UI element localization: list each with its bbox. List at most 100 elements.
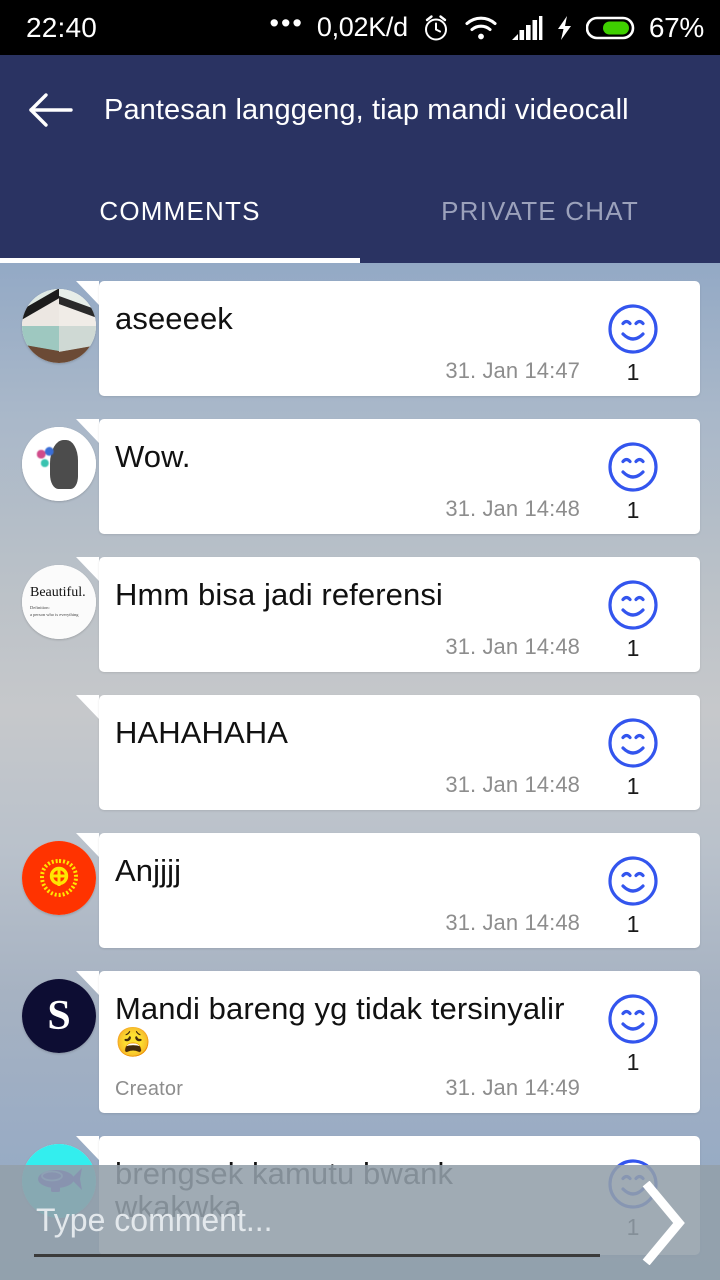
like-count: 1 [626,497,640,523]
comment-bubble-wrap: aseeeek 31. Jan 14:47 1 [76,281,700,396]
smiley-face-icon[interactable] [607,303,659,355]
comment-bubble-wrap: Wow. 31. Jan 14:48 1 [76,419,700,534]
back-button[interactable] [0,60,100,160]
comment-bubble-wrap: HAHAHAHA 31. Jan 14:48 1 [76,695,700,810]
comment-input[interactable] [34,1201,600,1245]
comment-text-value: Wow. [115,439,191,474]
comment-bubble[interactable]: Hmm bisa jadi referensi 31. Jan 14:48 1 [99,557,700,672]
signal-bars-icon [511,15,543,41]
comment-row[interactable]: Anjjjj 31. Jan 14:48 1 [0,833,720,948]
comment-bubble-wrap: Hmm bisa jadi referensi 31. Jan 14:48 1 [76,557,700,672]
comment-timestamp: 31. Jan 14:48 [445,772,580,797]
comment-bubble-wrap: Mandi bareng yg tidak tersinyalir😩 Creat… [76,971,700,1114]
comment-text-value: HAHAHAHA [115,715,289,750]
comment-text: aseeeek [115,301,580,336]
comment-bubble[interactable]: Mandi bareng yg tidak tersinyalir😩 Creat… [99,971,700,1114]
smiley-face-icon[interactable] [607,441,659,493]
bubble-tail-icon [76,557,99,581]
tab-comments-label: COMMENTS [99,195,261,226]
comment-row[interactable]: aseeeek 31. Jan 14:47 1 [0,281,720,396]
comment-row[interactable]: Wow. 31. Jan 14:48 1 [0,419,720,534]
comment-timestamp: 31. Jan 14:48 [445,496,580,521]
like-count: 1 [626,359,640,385]
comment-bubble[interactable]: Wow. 31. Jan 14:48 1 [99,419,700,534]
smiley-face-icon[interactable] [607,993,659,1045]
comment-timestamp: 31. Jan 14:48 [445,910,580,935]
comment-body: Hmm bisa jadi referensi 31. Jan 14:48 [115,577,580,660]
back-arrow-icon [27,90,73,130]
comment-body: Wow. 31. Jan 14:48 [115,439,580,522]
battery-icon [585,15,636,41]
comment-text: Anjjjj [115,853,580,888]
comment-text-value: Anjjjj [115,853,182,888]
wifi-icon [464,15,498,41]
comment-body: aseeeek 31. Jan 14:47 [115,301,580,384]
comment-footer: 31. Jan 14:48 [115,758,580,798]
comment-bubble[interactable]: Anjjjj 31. Jan 14:48 1 [99,833,700,948]
comment-footer: 31. Jan 14:48 [115,482,580,522]
comment-bubble-wrap: Anjjjj 31. Jan 14:48 1 [76,833,700,948]
comment-reactions: 1 [588,579,678,660]
comment-row[interactable]: Beautiful. Definition: a person who is ev… [0,557,720,672]
like-count: 1 [626,911,640,937]
comment-text-value: aseeeek [115,301,233,336]
bubble-tail-icon [76,695,99,719]
bubble-tail-icon [76,971,99,995]
like-count: 1 [626,1049,640,1075]
bubble-tail-icon [76,419,99,443]
comment-input-wrap[interactable] [34,1193,600,1257]
comment-reactions: 1 [588,441,678,522]
bubble-tail-icon [76,833,99,857]
comment-text: HAHAHAHA [115,715,580,750]
bubble-tail-icon [76,1136,99,1161]
comment-text-value: Mandi bareng yg tidak tersinyalir [115,991,565,1026]
chat-screen: 22:40 ••• 0,02K/d 67% Pantesan langgeng,… [0,0,720,1280]
status-bar: 22:40 ••• 0,02K/d 67% [0,0,720,55]
data-rate-label: 0,02K/d [316,12,408,42]
tab-private-chat-label: PRIVATE CHAT [441,195,639,226]
comment-composer [0,1165,720,1280]
comment-body: Anjjjj 31. Jan 14:48 [115,853,580,936]
comment-reactions: 1 [588,993,678,1101]
comment-timestamp: 31. Jan 14:47 [445,358,580,383]
alarm-clock-icon [421,13,451,43]
comment-timestamp: 31. Jan 14:48 [445,634,580,659]
comment-text-value: Hmm bisa jadi referensi [115,577,443,612]
smiley-face-icon[interactable] [607,579,659,631]
comment-emoji: 😩 [115,1026,152,1059]
more-dots-icon: ••• [269,7,304,38]
comment-row[interactable]: HAHAHAHA 31. Jan 14:48 1 [0,695,720,810]
status-time: 22:40 [26,11,98,43]
creator-label: Creator [115,1078,184,1101]
comments-list[interactable]: aseeeek 31. Jan 14:47 1 Wow. 31. Jan 14:… [0,263,720,1280]
send-chevron-icon [637,1180,687,1265]
comment-reactions: 1 [588,855,678,936]
charging-bolt-icon [556,15,573,41]
tab-private-chat[interactable]: PRIVATE CHAT [360,165,720,263]
bubble-tail-icon [76,281,99,305]
smiley-face-icon[interactable] [607,855,659,907]
header-top-row: Pantesan langgeng, tiap mandi videocall [0,55,720,165]
comment-footer: 31. Jan 14:47 [115,344,580,384]
comment-timestamp: 31. Jan 14:49 [445,1075,580,1101]
comment-body: Mandi bareng yg tidak tersinyalir😩 Creat… [115,991,580,1101]
tab-comments[interactable]: COMMENTS [0,165,360,263]
comment-reactions: 1 [588,303,678,384]
comment-text: Hmm bisa jadi referensi [115,577,580,612]
comment-row[interactable]: S Mandi bareng yg tidak tersinyalir😩 Cre… [0,971,720,1114]
battery-percent-label: 67% [648,11,704,43]
comment-footer: 31. Jan 14:48 [115,896,580,936]
comment-bubble[interactable]: HAHAHAHA 31. Jan 14:48 1 [99,695,700,810]
comment-footer: Creator 31. Jan 14:49 [115,1058,580,1101]
like-count: 1 [626,635,640,661]
like-count: 1 [626,773,640,799]
page-title: Pantesan langgeng, tiap mandi videocall [104,93,629,126]
comment-text: Wow. [115,439,580,474]
comment-footer: 31. Jan 14:48 [115,620,580,660]
tab-bar: COMMENTS PRIVATE CHAT [0,165,720,263]
app-header: Pantesan langgeng, tiap mandi videocall … [0,55,720,263]
smiley-face-icon[interactable] [607,717,659,769]
send-button[interactable] [626,1179,698,1267]
comment-bubble[interactable]: aseeeek 31. Jan 14:47 1 [99,281,700,396]
status-icons: ••• 0,02K/d 67% [269,7,705,44]
